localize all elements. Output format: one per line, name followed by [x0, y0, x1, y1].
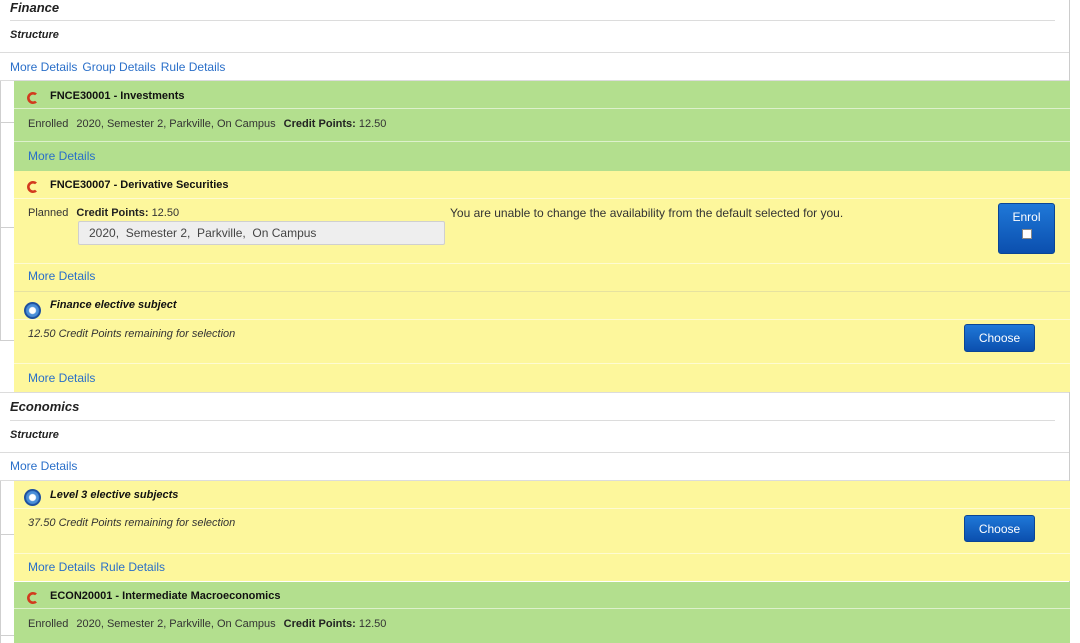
tree-connector-finance — [0, 81, 14, 341]
subject-meta: Enrolled 2020, Semester 2, Parkville, On … — [28, 118, 386, 130]
rule-details-link[interactable]: Rule Details — [100, 560, 165, 574]
subject-title: ECON20001 - Intermediate Macroeconomics — [50, 590, 281, 602]
more-details-link[interactable]: More Details — [28, 149, 95, 163]
section-title-economics: Economics — [10, 399, 80, 414]
divider — [14, 141, 1070, 142]
divider — [14, 508, 1070, 509]
credit-label: Credit Points: — [283, 618, 356, 630]
structure-label-finance: Structure — [10, 29, 59, 41]
finance-more-details-link[interactable]: More Details — [10, 60, 77, 74]
divider — [14, 608, 1070, 609]
status-text: Enrolled — [28, 118, 69, 130]
more-details-link[interactable]: More Details — [28, 371, 95, 385]
availability-text: 2020, Semester 2, Parkville, On Campus — [76, 118, 276, 130]
divider — [14, 363, 1070, 364]
divider — [14, 198, 1070, 199]
elective-card-finance: Finance elective subject 12.50 Credit Po… — [14, 292, 1070, 392]
divider — [14, 108, 1070, 109]
core-subject-icon — [27, 592, 37, 604]
enrol-checkbox[interactable] — [1021, 229, 1032, 239]
subject-meta: Enrolled 2020, Semester 2, Parkville, On … — [28, 618, 386, 630]
divider — [0, 452, 1069, 453]
subject-card-fnce30007: FNCE30007 - Derivative Securities Planne… — [14, 171, 1070, 291]
divider — [14, 263, 1070, 264]
economics-links: More Details — [10, 459, 82, 473]
subject-title: FNCE30001 - Investments — [50, 90, 185, 102]
availability-notice: You are unable to change the availabilit… — [450, 206, 844, 220]
more-details-link[interactable]: More Details — [28, 269, 95, 283]
enrol-button[interactable]: Enrol — [998, 203, 1055, 254]
tree-tick — [0, 534, 14, 535]
tree-connector-economics — [0, 481, 14, 643]
tree-tick — [0, 340, 14, 341]
choose-button[interactable]: Choose — [964, 515, 1035, 542]
tree-tick — [0, 635, 14, 636]
credit-value: 12.50 — [358, 118, 387, 130]
subject-card-fnce30001: FNCE30001 - Investments Enrolled 2020, Se… — [14, 81, 1070, 171]
tree-tick — [0, 122, 14, 123]
availability-text: 2020, Semester 2, Parkville, On Campus — [76, 618, 276, 630]
subject-meta: Planned Credit Points: 12.50 — [28, 207, 179, 219]
elective-group-icon — [24, 302, 41, 319]
finance-links: More Details Group Details Rule Details — [10, 60, 230, 74]
subject-title: FNCE30007 - Derivative Securities — [50, 179, 229, 191]
economics-more-details-link[interactable]: More Details — [10, 459, 77, 473]
tree-tick — [0, 227, 14, 228]
more-details-link[interactable]: More Details — [28, 560, 95, 574]
finance-group-details-link[interactable]: Group Details — [82, 60, 155, 74]
choose-button[interactable]: Choose — [964, 324, 1035, 352]
availability-select[interactable]: 2020, Semester 2, Parkville, On Campus — [78, 221, 445, 245]
credits-remaining: 12.50 Credit Points remaining for select… — [28, 328, 236, 340]
divider — [10, 20, 1055, 21]
core-subject-icon — [27, 181, 37, 193]
credit-label: Credit Points: — [76, 207, 149, 219]
divider — [14, 319, 1070, 320]
elective-title: Finance elective subject — [50, 299, 177, 311]
elective-title: Level 3 elective subjects — [50, 489, 179, 501]
status-text: Planned — [28, 207, 69, 219]
divider — [0, 52, 1069, 53]
divider — [14, 553, 1070, 554]
core-subject-icon — [27, 92, 37, 104]
status-text: Enrolled — [28, 618, 69, 630]
structure-label-economics: Structure — [10, 429, 59, 441]
subject-card-econ20001: ECON20001 - Intermediate Macroeconomics … — [14, 582, 1070, 643]
divider — [0, 392, 1069, 393]
credit-label: Credit Points: — [283, 118, 356, 130]
enrol-label: Enrol — [1012, 210, 1041, 224]
credit-value: 12.50 — [151, 207, 180, 219]
divider — [10, 420, 1055, 421]
elective-card-level3: Level 3 elective subjects 37.50 Credit P… — [14, 481, 1070, 581]
credits-remaining: 37.50 Credit Points remaining for select… — [28, 517, 236, 529]
finance-rule-details-link[interactable]: Rule Details — [161, 60, 226, 74]
elective-group-icon — [24, 489, 41, 506]
section-title-finance: Finance — [10, 0, 60, 15]
credit-value: 12.50 — [358, 618, 387, 630]
elective-links: More Details Rule Details — [28, 560, 170, 574]
